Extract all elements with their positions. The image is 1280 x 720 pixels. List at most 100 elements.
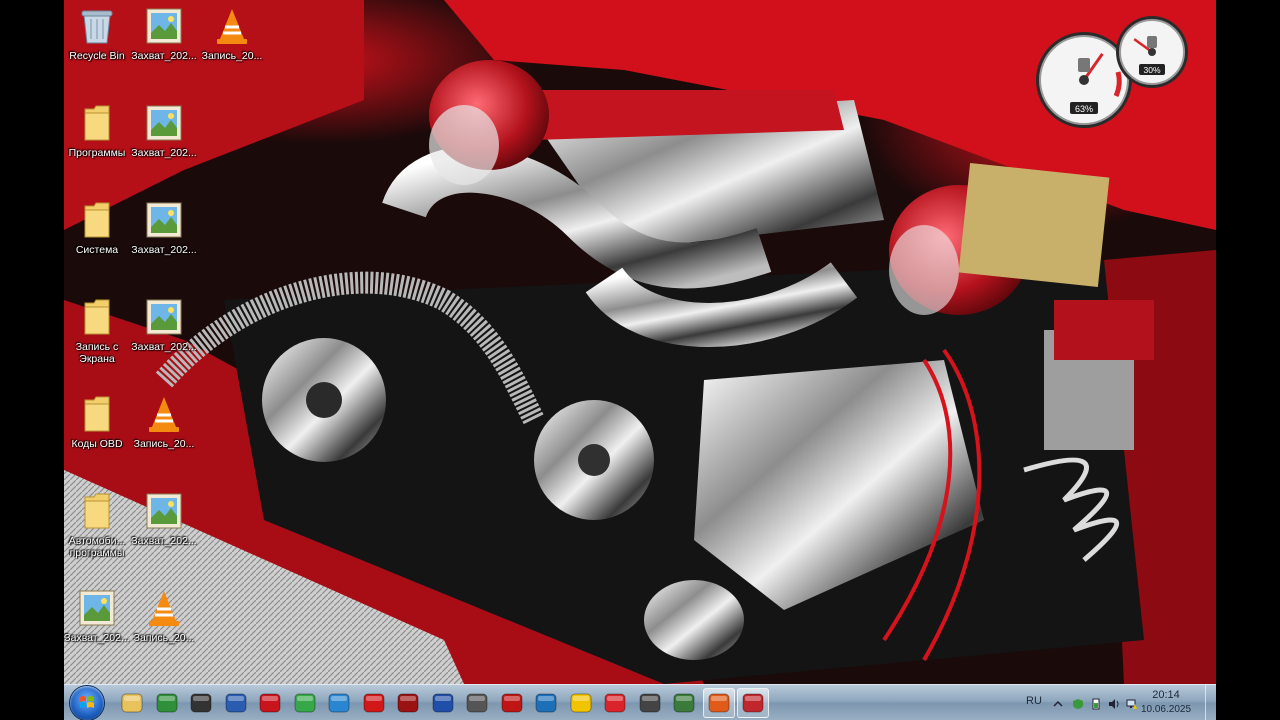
explorer-icon: [121, 693, 143, 713]
taskbar-button-globe[interactable]: [323, 688, 355, 718]
steering-wheel-icon: [190, 693, 212, 713]
desktop-icon-label: Захват_202...: [131, 341, 197, 353]
taskbar-button-mitsubishi[interactable]: [358, 688, 390, 718]
taskbar-button-car-diag[interactable]: [530, 688, 562, 718]
taskbar-button-tools[interactable]: [668, 688, 700, 718]
vlc-cone-icon: [144, 588, 184, 628]
ford-icon: [432, 693, 453, 713]
taskbar-button-monitor-app[interactable]: [151, 688, 183, 718]
desktop-icon-label: Программы: [68, 147, 126, 159]
mut-app-icon: [397, 693, 419, 713]
taskbar-button-torque-app[interactable]: [220, 688, 252, 718]
desktop-icon-recording-1[interactable]: Запись_20...: [199, 0, 265, 92]
taskbar-button-office[interactable]: [702, 688, 735, 718]
image-file-icon: [144, 103, 184, 143]
show-desktop-button[interactable]: [1205, 685, 1216, 720]
desktop-icon-auto-programs-folder[interactable]: Автомоби... программы: [64, 485, 130, 577]
taskbar-button-mut-app[interactable]: [392, 688, 424, 718]
taskbar-button-steering-wheel[interactable]: [185, 688, 217, 718]
desktop-icon-capture-5[interactable]: Захват_202...: [131, 485, 197, 577]
taskbar-button-explorer[interactable]: [116, 688, 148, 718]
desktop-icon-label: Захват_202...: [131, 535, 197, 547]
taskbar: RU 20:14 10.06.2025: [64, 684, 1216, 720]
taskbar-button-ford[interactable]: [427, 688, 459, 718]
desktop-icon-screen-recording-folder[interactable]: Запись с Экрана: [64, 291, 130, 383]
cpu-chip-icon: [1078, 58, 1090, 72]
desktop-icon-capture-6[interactable]: Захват_202...: [64, 582, 130, 674]
cpu-percent-readout: 63%: [1075, 104, 1093, 114]
desktop-icon-capture-2[interactable]: Захват_202...: [131, 97, 197, 189]
windows-logo-icon: [80, 696, 94, 708]
desktop-icon-label: Запись с Экрана: [75, 341, 119, 365]
folder-icon: [77, 394, 117, 434]
desktop-icon-label: Захват_202...: [131, 50, 197, 62]
clock-date[interactable]: 10.06.2025: [1136, 704, 1196, 715]
clock-time[interactable]: 20:14: [1136, 689, 1196, 701]
memory-chip-icon: [1147, 36, 1157, 48]
tools-icon: [673, 693, 695, 713]
desktop-icon-recording-3[interactable]: Запись_20...: [131, 582, 197, 674]
check-engine-icon: [570, 693, 591, 713]
folder-icon: [77, 297, 117, 337]
start-button[interactable]: [70, 686, 104, 720]
taskbar-button-toolbox[interactable]: [737, 688, 769, 718]
desktop-icon-programs-folder[interactable]: Программы: [64, 97, 130, 189]
desktop-icon-recycle-bin[interactable]: Recycle Bin: [64, 0, 130, 92]
globe-icon: [328, 693, 350, 713]
desktop-icon-capture-1[interactable]: Захват_202...: [131, 0, 197, 92]
vag-icon: [501, 693, 522, 713]
desktop-icon-label: Система: [75, 244, 119, 256]
desktop-icon-label: Захват_202...: [131, 244, 197, 256]
desktop-icon-recording-2[interactable]: Запись_20...: [131, 388, 197, 480]
cpu-meter-gadget[interactable]: 63% 30%: [1034, 12, 1194, 132]
vlc-cone-icon: [144, 394, 184, 434]
desktop-icon-label: Захват_202...: [64, 632, 130, 644]
desktop-icon-label: Recycle Bin: [69, 50, 125, 62]
taskbar-button-obd-red-app[interactable]: [254, 688, 286, 718]
image-file-icon: [144, 6, 184, 46]
taskbar-button-vag[interactable]: [496, 688, 528, 718]
language-indicator[interactable]: RU: [1026, 695, 1042, 707]
image-file-icon: [77, 588, 117, 628]
desktop: Recycle Bin Захват_202... Запись_20... П…: [64, 0, 1216, 720]
desktop-icon-label: Запись_20...: [133, 438, 195, 450]
desktop-icon-label: Запись_20...: [201, 50, 263, 62]
recycle-bin-icon: [77, 6, 117, 46]
office-icon: [708, 693, 729, 713]
desktop-icon-label: Захват_202...: [131, 147, 197, 159]
desktop-icon-system-folder[interactable]: Система: [64, 194, 130, 286]
taskbar-button-mazda[interactable]: [461, 688, 493, 718]
taskbar-button-red-car[interactable]: [599, 688, 631, 718]
taskbar-button-chip[interactable]: [634, 688, 666, 718]
mazda-icon: [466, 693, 488, 713]
tray-up-arrow-icon[interactable]: [1052, 697, 1064, 709]
desktop-icon-label: Автомоби... программы: [68, 535, 126, 559]
ram-gauge: 30%: [1116, 16, 1188, 88]
image-file-icon: [144, 297, 184, 337]
red-car-icon: [604, 693, 626, 713]
elm-green-app-icon: [294, 693, 315, 713]
image-file-icon: [144, 491, 184, 531]
battery-icon[interactable]: [1090, 697, 1102, 710]
taskbar-button-elm-green-app[interactable]: [289, 688, 321, 718]
desktop-icon-label: Запись_20...: [133, 632, 195, 644]
vlc-cone-icon: [212, 6, 252, 46]
green-shield-tray-icon[interactable]: [1072, 697, 1084, 709]
desktop-icon-capture-3[interactable]: Захват_202...: [131, 194, 197, 286]
folder-icon: [77, 491, 117, 531]
car-diag-icon: [535, 693, 557, 713]
mitsubishi-icon: [363, 693, 384, 713]
desktop-icon-label: Коды OBD: [71, 438, 123, 450]
volume-icon[interactable]: [1108, 697, 1120, 709]
obd-red-app-icon: [259, 693, 281, 713]
monitor-app-icon: [156, 693, 177, 713]
desktop-icon-capture-4[interactable]: Захват_202...: [131, 291, 197, 383]
system-tray: RU 20:14 10.06.2025: [1016, 685, 1216, 720]
desktop-icon-obd-codes-folder[interactable]: Коды OBD: [64, 388, 130, 480]
image-file-icon: [144, 200, 184, 240]
chip-icon: [639, 693, 660, 713]
folder-icon: [77, 200, 117, 240]
taskbar-button-check-engine[interactable]: [565, 688, 597, 718]
torque-app-icon: [225, 693, 246, 713]
ram-percent-readout: 30%: [1143, 65, 1160, 75]
